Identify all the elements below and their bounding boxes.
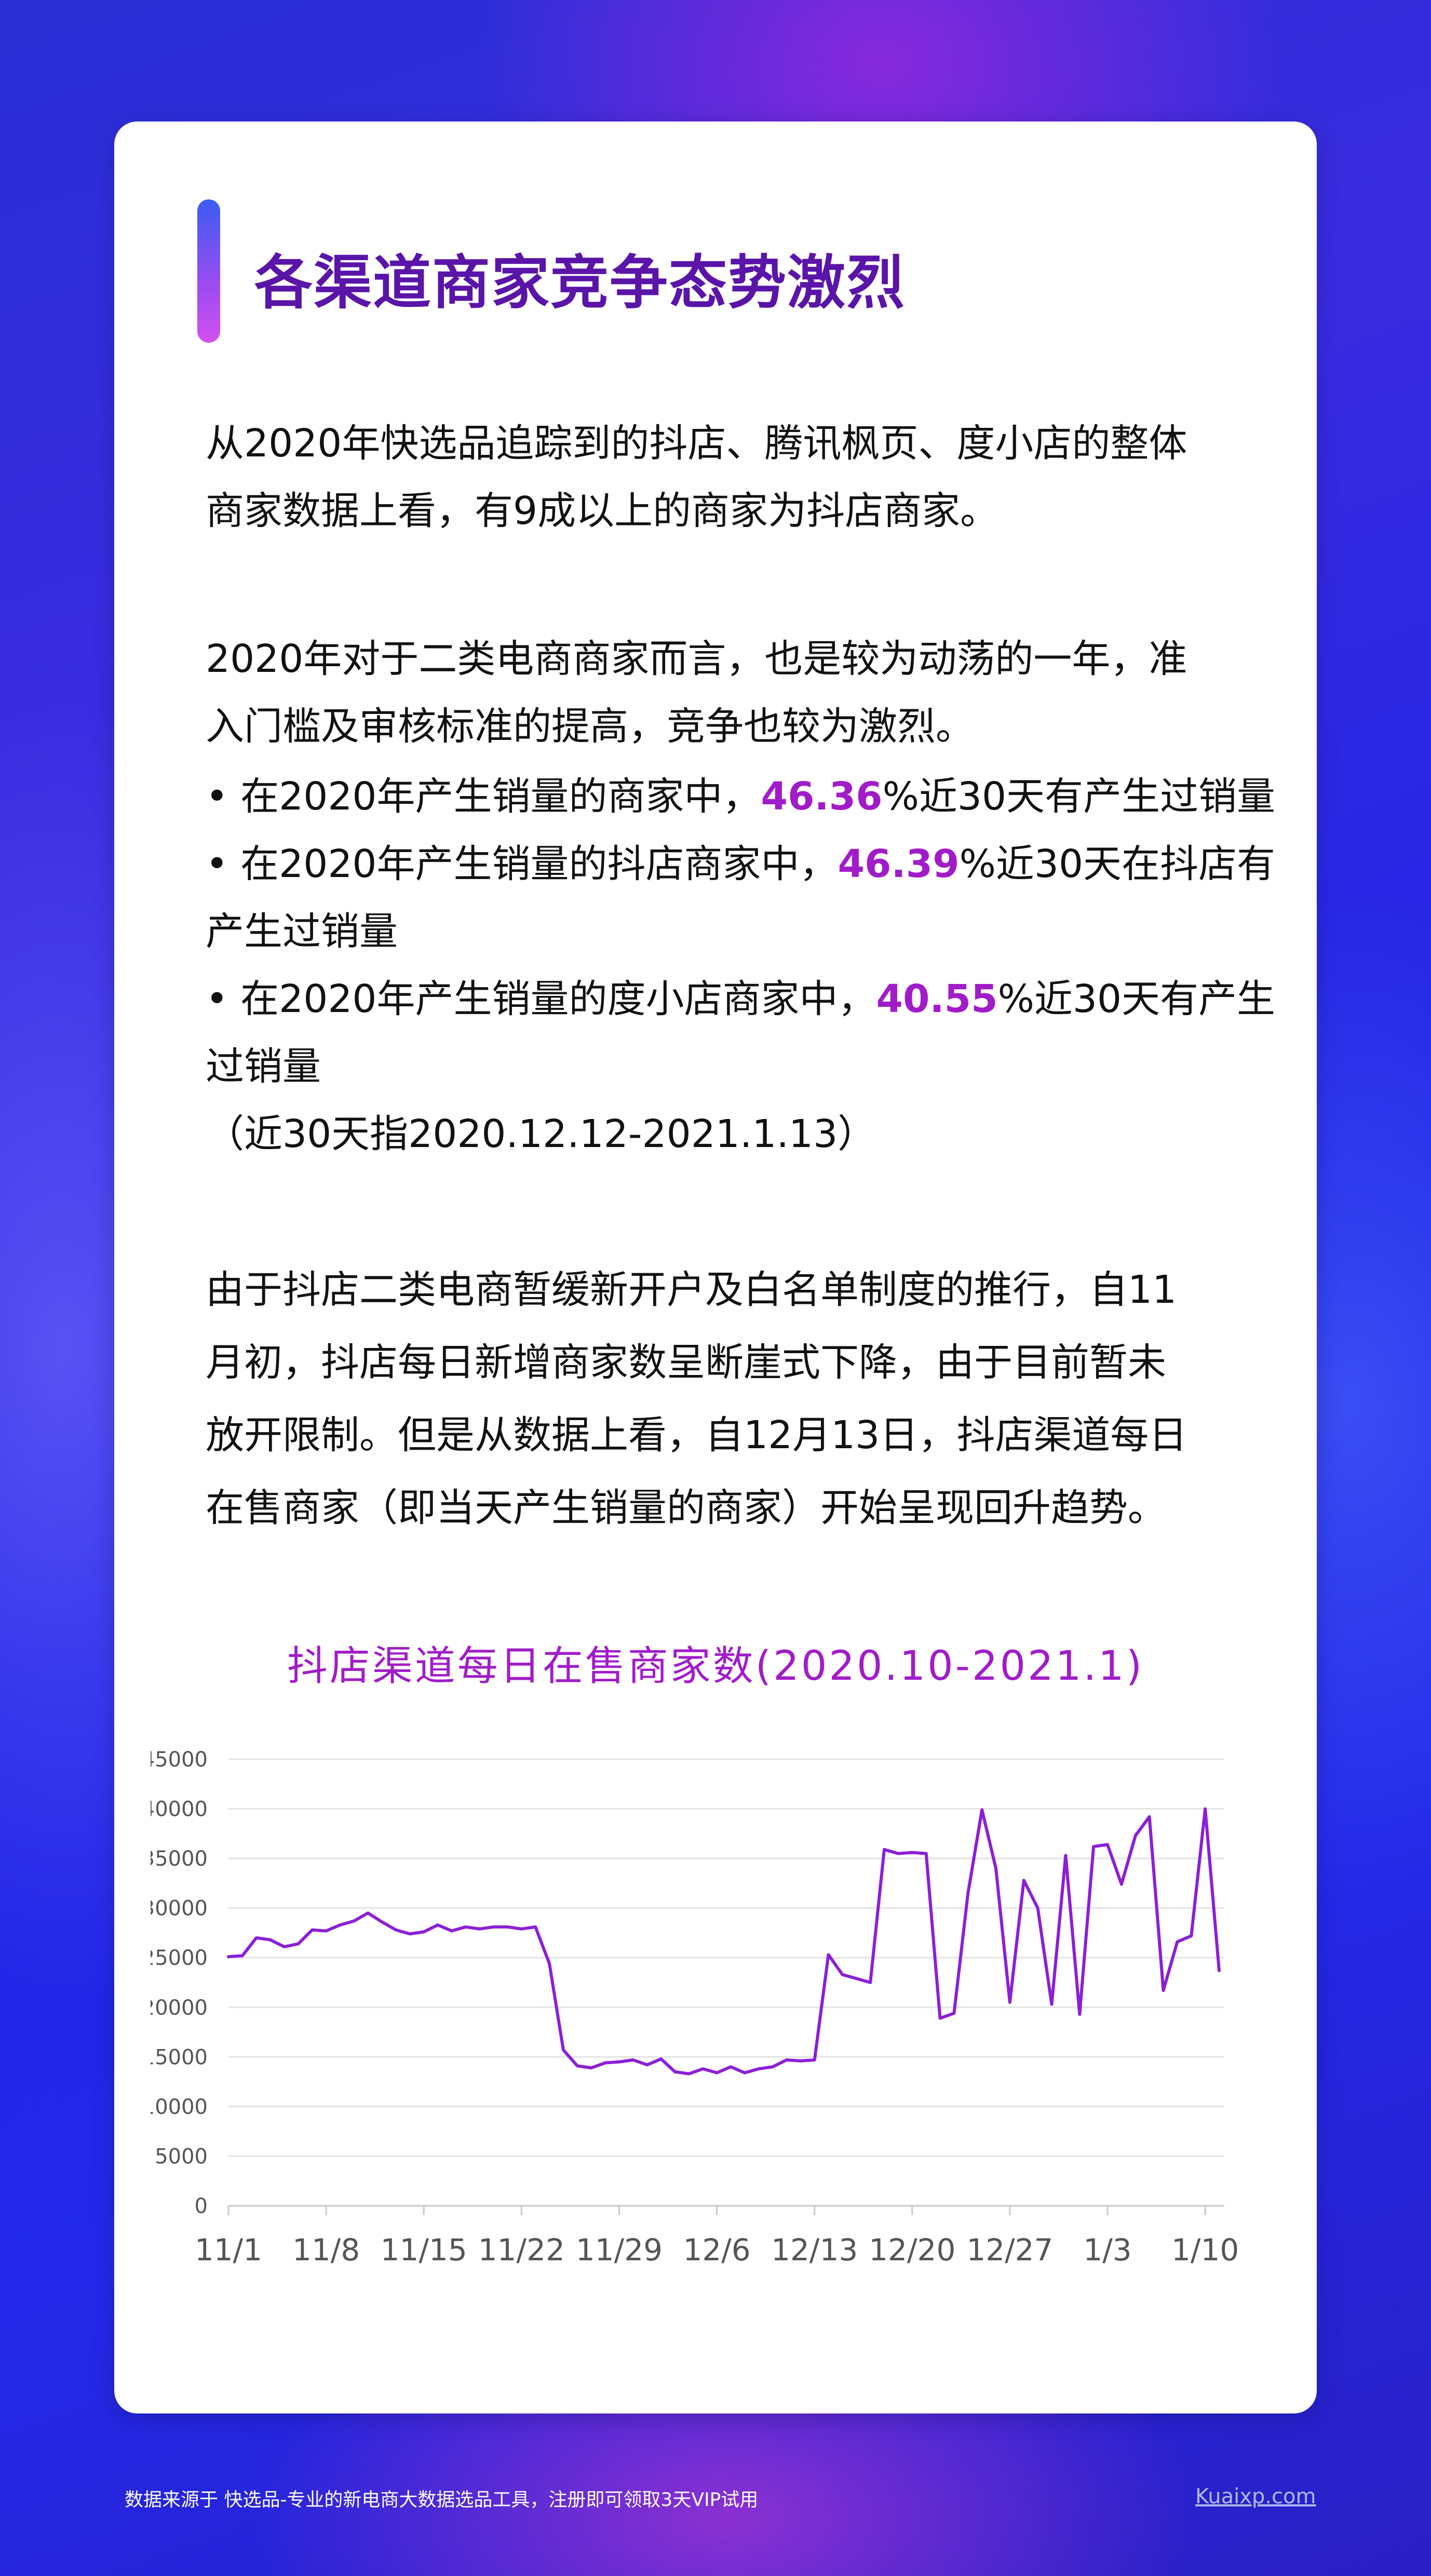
paragraph-2-line-1: 2020年对于二类电商商家而言，也是较为动荡的一年，准 [206, 637, 1187, 681]
data-source-note: 数据来源于 快选品-专业的新电商大数据选品工具，注册即可领取3天VIP试用 [125, 2489, 759, 2511]
bullet-3-suffix: %近30天有产生 [997, 977, 1276, 1021]
paragraph-2-line-2: 入门槛及审核标准的提高，竞争也较为激烈。 [206, 704, 974, 749]
y-tick-label: 15000 [151, 2045, 208, 2069]
y-tick-label: 40000 [151, 1798, 208, 1822]
page-title: 各渠道商家竞争态势激烈 [254, 249, 906, 317]
bullet-1: • 在2020年产生销量的商家中，46.36%近30天有产生过销量 [206, 765, 1275, 821]
x-tick-label: 12/13 [771, 2232, 858, 2268]
y-tick-label: 45000 [151, 1748, 208, 1772]
x-tick-label: 11/22 [478, 2232, 565, 2268]
bullet-3-value: 40.55 [876, 977, 998, 1021]
chart-gridlines [228, 1758, 1224, 2207]
y-tick-label: 20000 [151, 1996, 208, 2020]
bullet-1-text: • 在2020年产生销量的商家中， [206, 774, 761, 819]
x-tick-label: 11/1 [195, 2232, 262, 2268]
paragraph-3-line-4: 在售商家（即当天产生销量的商家）开始呈现回升趋势。 [206, 1486, 1166, 1530]
bullet-2-value: 46.39 [838, 842, 960, 886]
bullet-2-text: • 在2020年产生销量的抖店商家中， [206, 842, 838, 886]
bullet-1-value: 46.36 [761, 774, 883, 819]
y-tick-label: 10000 [151, 2095, 208, 2119]
chart-title: 抖店渠道每日在售商家数(2020.10-2021.1) [287, 1643, 1144, 1690]
x-tick-label: 1/10 [1171, 2232, 1239, 2268]
title-accent-bar [197, 199, 220, 343]
bullet-3-text: • 在2020年产生销量的度小店商家中， [206, 977, 876, 1021]
date-range-note: （近30天指2020.12.12-2021.1.13） [206, 1112, 876, 1156]
y-tick-label: 35000 [151, 1847, 208, 1871]
x-tick-label: 12/27 [966, 2232, 1053, 2268]
website-link[interactable]: Kuaixp.com [1195, 2485, 1316, 2508]
bullet-2-suffix: %近30天在抖店有 [959, 842, 1276, 886]
paragraph-3-line-3: 放开限制。但是从数据上看，自12月13日，抖店渠道每日 [206, 1413, 1187, 1458]
x-tick-label: 1/3 [1083, 2232, 1131, 2268]
x-tick-label: 12/20 [869, 2232, 955, 2268]
line-chart: 0 5000 10000 15000 20000 25000 30000 35000 40000… [151, 1748, 1239, 2268]
x-tick-label: 11/29 [576, 2232, 663, 2268]
x-tick-label: 11/15 [381, 2232, 467, 2268]
content-card: 各渠道商家竞争态势激烈 从2020年快选品追踪到的抖店、腾讯枫页、度小店的整体 … [114, 122, 1317, 2413]
x-tick-label: 11/8 [292, 2232, 360, 2268]
paragraph-3-line-2: 月初，抖店每日新增商家数呈断崖式下降，由于目前暂未 [206, 1340, 1166, 1385]
bullet-3-line-2: 过销量 [206, 1044, 321, 1089]
bullet-2: • 在2020年产生销量的抖店商家中，46.39%近30天在抖店有 [206, 833, 1275, 888]
x-axis-ticks: 11/1 11/8 11/15 11/22 11/29 12/6 12/13 12/20 12/… [195, 2206, 1239, 2268]
y-axis-ticks: 0 5000 10000 15000 20000 25000 30000 35000 40000… [151, 1748, 208, 2218]
x-tick-label: 12/6 [683, 2232, 750, 2268]
bullet-2-line-2: 产生过销量 [206, 909, 398, 954]
y-tick-label: 5000 [155, 2145, 208, 2168]
paragraph-1-line-1: 从2020年快选品追踪到的抖店、腾讯枫页、度小店的整体 [206, 421, 1187, 466]
y-tick-label: 25000 [151, 1946, 208, 1970]
y-tick-label: 30000 [151, 1897, 208, 1921]
paragraph-3-line-1: 由于抖店二类电商暂缓新开户及白名单制度的推行，自11 [206, 1267, 1177, 1312]
y-tick-label: 0 [195, 2194, 208, 2218]
bullet-1-suffix: %近30天有产生过销量 [882, 774, 1276, 819]
paragraph-1-line-2: 商家数据上看，有9成以上的商家为抖店商家。 [206, 489, 999, 533]
series-line [227, 1807, 1221, 2075]
bullet-3: • 在2020年产生销量的度小店商家中，40.55%近30天有产生 [206, 968, 1275, 1023]
chart-series [227, 1807, 1221, 2075]
